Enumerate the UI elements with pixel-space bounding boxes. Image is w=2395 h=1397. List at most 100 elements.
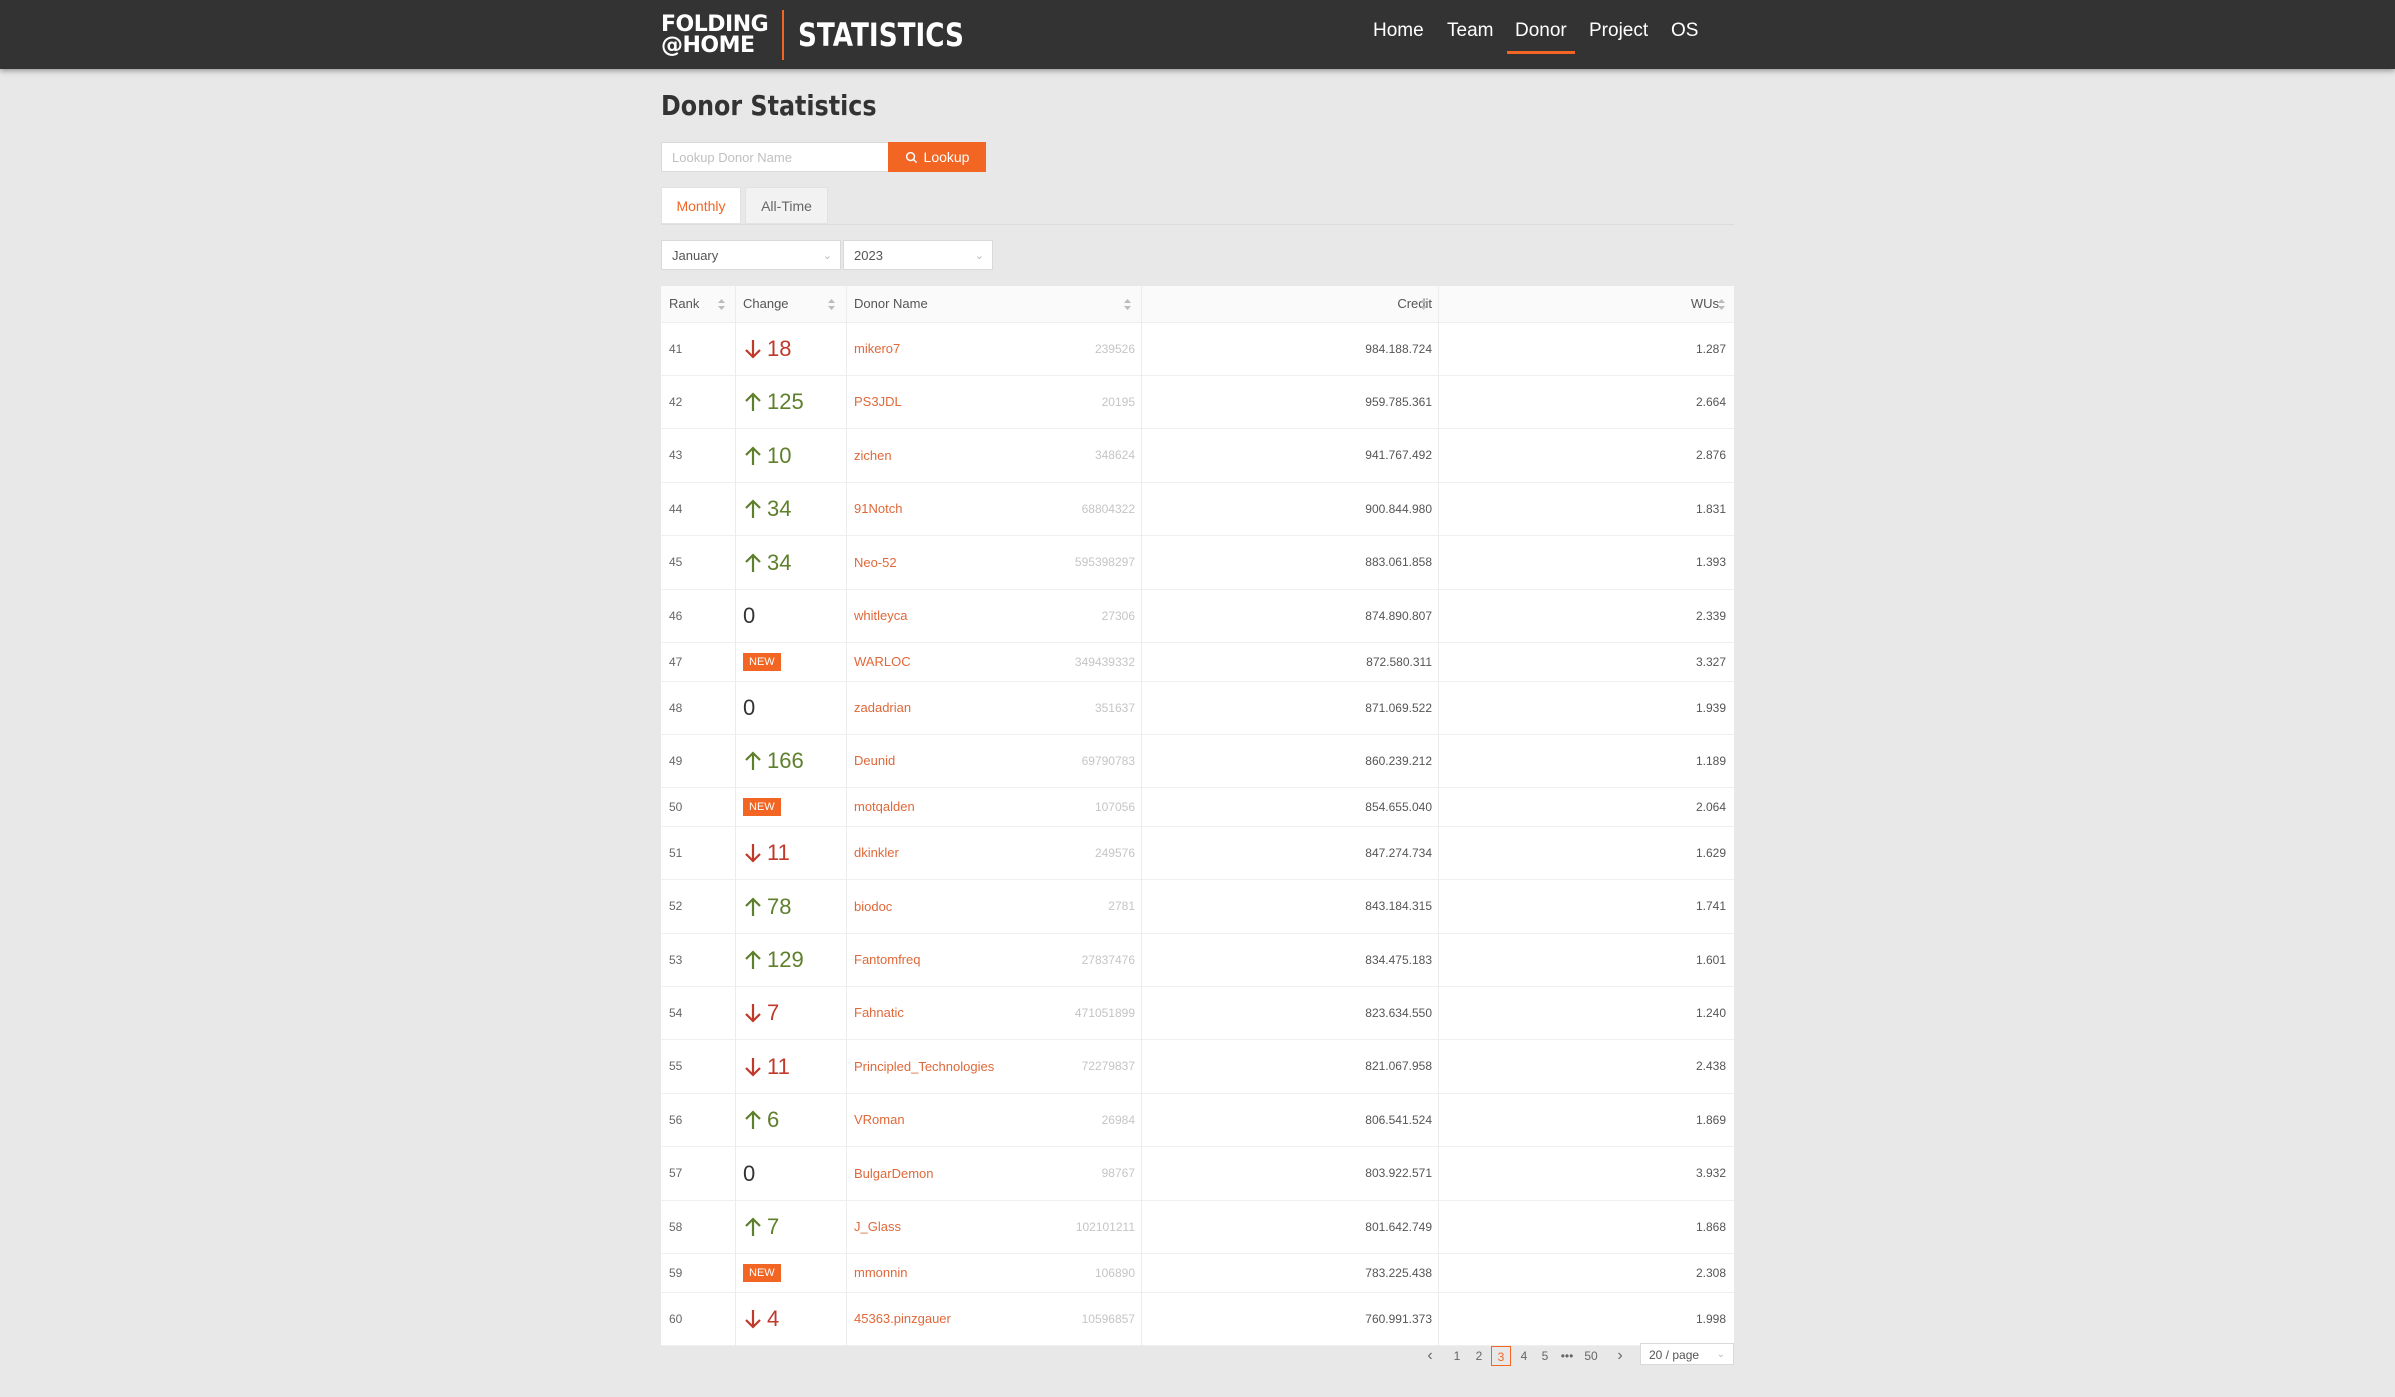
donor-table: Rank Change Donor Name Credit WUs 41 18 mi…: [661, 286, 1734, 1346]
page-size-value: 20 / page: [1649, 1348, 1700, 1362]
year-select[interactable]: 2023 ⌄: [843, 240, 993, 270]
donor-name-link[interactable]: 45363.pinzgauer: [854, 1293, 951, 1345]
table-row: 43 10 zichen 348624 941.767.492 2.876: [661, 429, 1734, 483]
page-size-select[interactable]: 20 / page ⌄: [1640, 1343, 1734, 1365]
wus-cell: 1.189: [1695, 754, 1726, 768]
rank-cell: 60: [669, 1312, 683, 1326]
search-icon: [905, 151, 917, 163]
page-50[interactable]: 50: [1581, 1346, 1601, 1366]
credit-cell: 834.475.183: [1365, 953, 1432, 967]
change-cell: 0: [743, 590, 755, 642]
donor-name-link[interactable]: Fantomfreq: [854, 934, 920, 986]
donor-name-link[interactable]: mikero7: [854, 323, 900, 375]
donor-id: 68804322: [1081, 502, 1135, 516]
donor-search-input[interactable]: [661, 142, 893, 172]
page-2[interactable]: 2: [1469, 1346, 1489, 1366]
credit-cell: 821.067.958: [1365, 1059, 1432, 1073]
donor-id: 349439332: [1074, 655, 1135, 669]
nav-team[interactable]: Team: [1447, 20, 1493, 42]
table-row: 41 18 mikero7 239526 984.188.724 1.287: [661, 323, 1734, 376]
donor-name-link[interactable]: mmonnin: [854, 1254, 907, 1292]
column-header-wus[interactable]: WUs: [1691, 286, 1719, 322]
donor-name-link[interactable]: whitleyca: [854, 590, 907, 642]
change-value: 11: [767, 1053, 790, 1079]
nav-home[interactable]: Home: [1373, 20, 1424, 42]
change-cell: NEW: [743, 643, 781, 681]
credit-cell: 803.922.571: [1365, 1166, 1432, 1180]
donor-id: 72279837: [1081, 1059, 1135, 1073]
column-divider: [846, 286, 847, 1346]
sort-icon[interactable]: [718, 299, 725, 310]
arrow-down-icon: [745, 1057, 761, 1077]
sort-icon[interactable]: [828, 299, 835, 310]
folding-at-home-logo[interactable]: FOLDING @HOME STATISTICS: [661, 10, 1000, 60]
credit-cell: 854.655.040: [1365, 800, 1432, 814]
sort-icon[interactable]: [1718, 299, 1725, 310]
arrow-up-icon: [745, 1217, 761, 1236]
rank-cell: 48: [669, 701, 683, 715]
rank-cell: 55: [669, 1059, 683, 1073]
credit-cell: 941.767.492: [1365, 448, 1432, 462]
page-3[interactable]: 3: [1491, 1346, 1511, 1366]
month-select-value: January: [672, 248, 719, 263]
credit-cell: 823.634.550: [1365, 1006, 1432, 1020]
page-4[interactable]: 4: [1514, 1346, 1534, 1366]
lookup-button[interactable]: Lookup: [888, 142, 986, 172]
donor-name-link[interactable]: zichen: [854, 429, 892, 482]
arrow-up-icon: [745, 1110, 761, 1129]
donor-name-link[interactable]: 91Notch: [854, 483, 902, 535]
logo-line-2: @HOME: [661, 33, 755, 58]
donor-name-link[interactable]: BulgarDemon: [854, 1147, 934, 1200]
rank-cell: 45: [669, 555, 683, 569]
change-value: 129: [767, 947, 804, 972]
donor-name-link[interactable]: biodoc: [854, 880, 892, 933]
sort-icon[interactable]: [1420, 299, 1427, 310]
donor-id: 2781: [1108, 899, 1135, 913]
page-1[interactable]: 1: [1447, 1346, 1467, 1366]
donor-name-link[interactable]: zadadrian: [854, 682, 911, 734]
table-row: 57 0 BulgarDemon 98767 803.922.571 3.932: [661, 1147, 1734, 1201]
arrow-down-icon: [745, 340, 761, 359]
donor-id: 106890: [1094, 1266, 1135, 1280]
rank-cell: 58: [669, 1220, 683, 1234]
donor-name-link[interactable]: Neo-52: [854, 536, 897, 589]
column-header-change[interactable]: Change: [743, 286, 789, 322]
new-badge: NEW: [743, 798, 781, 816]
donor-name-link[interactable]: Principled_Technologies: [854, 1040, 994, 1093]
table-row: 58 7 J_Glass 102101211 801.642.749 1.868: [661, 1201, 1734, 1254]
chevron-right-icon[interactable]: ›: [1613, 1346, 1627, 1366]
donor-name-link[interactable]: Deunid: [854, 735, 895, 787]
sort-icon[interactable]: [1124, 299, 1131, 310]
column-header-rank[interactable]: Rank: [669, 286, 699, 322]
donor-id: 102101211: [1075, 1220, 1135, 1234]
column-divider: [1141, 286, 1142, 1346]
donor-name-link[interactable]: VRoman: [854, 1094, 905, 1146]
table-row: 46 0 whitleyca 27306 874.890.807 2.339: [661, 590, 1734, 643]
tab-all-time[interactable]: All-Time: [745, 187, 828, 224]
tab-monthly[interactable]: Monthly: [661, 187, 741, 224]
donor-name-link[interactable]: dkinkler: [854, 827, 899, 879]
rank-cell: 43: [669, 448, 683, 462]
nav-donor[interactable]: Donor: [1507, 20, 1575, 54]
month-select[interactable]: January ⌄: [661, 240, 841, 270]
donor-name-link[interactable]: Fahnatic: [854, 987, 904, 1039]
change-cell: 11: [743, 827, 790, 879]
credit-cell: 959.785.361: [1365, 395, 1432, 409]
nav-os[interactable]: OS: [1671, 20, 1698, 42]
nav-project[interactable]: Project: [1589, 20, 1648, 42]
donor-name-link[interactable]: WARLOC: [854, 643, 911, 681]
column-header-donor-name[interactable]: Donor Name: [854, 286, 928, 322]
table-row: 45 34 Neo-52 595398297 883.061.858 1.393: [661, 536, 1734, 590]
donor-name-link[interactable]: PS3JDL: [854, 376, 902, 428]
change-cell: 18: [743, 323, 791, 375]
chevron-left-icon[interactable]: ‹: [1423, 1346, 1437, 1366]
pagination-ellipsis[interactable]: •••: [1557, 1346, 1577, 1366]
page-5[interactable]: 5: [1535, 1346, 1555, 1366]
wus-cell: 1.868: [1695, 1220, 1726, 1234]
donor-name-link[interactable]: J_Glass: [854, 1201, 901, 1253]
wus-cell: 1.939: [1695, 701, 1726, 715]
change-cell: 78: [743, 880, 791, 933]
donor-name-link[interactable]: motqalden: [854, 788, 915, 826]
year-select-value: 2023: [854, 248, 883, 263]
rank-cell: 42: [669, 395, 683, 409]
